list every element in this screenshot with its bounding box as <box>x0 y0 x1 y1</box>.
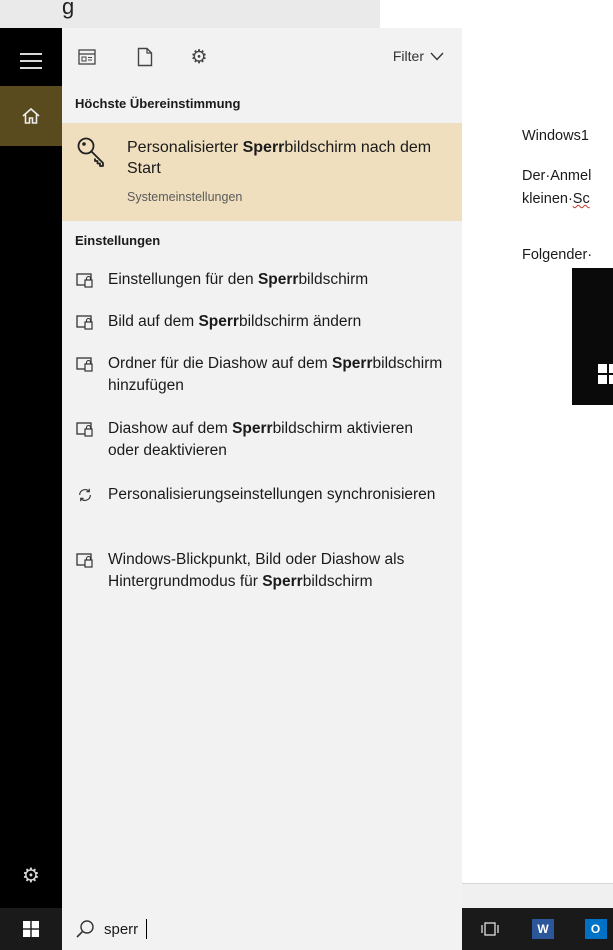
result-item-lockscreen-picture[interactable]: Bild auf dem Sperrbildschirm ändern <box>62 311 462 335</box>
home-icon <box>22 107 40 124</box>
doc-line-3-a: kleinen· <box>522 191 573 207</box>
task-view-button[interactable] <box>470 908 510 950</box>
lockscreen-icon <box>76 422 93 437</box>
filter-label: Filter <box>392 48 424 64</box>
document-ruler-strip: g <box>0 0 380 29</box>
search-panel: ⚙ Filter Höchste Übereinstimmung Persona… <box>62 28 462 908</box>
lockscreen-icon <box>76 357 93 372</box>
result-item-slideshow-folders[interactable]: Ordner für die Diashow auf dem Sperrbild… <box>62 353 462 397</box>
chevron-down-icon <box>430 52 444 60</box>
result-item-spotlight-background[interactable]: Windows-Blickpunkt, Bild oder Diashow al… <box>62 549 462 593</box>
doc-line-3-b: Sc <box>572 191 590 207</box>
settings-icon[interactable]: ⚙ <box>19 863 43 887</box>
menu-icon[interactable] <box>20 53 42 74</box>
doc-line-4: Folgender· <box>522 247 593 263</box>
result-label: Einstellungen für den Sperrbildschirm <box>108 271 369 288</box>
best-match-result[interactable]: Personalisierter Sperrbildschirm nach de… <box>62 123 462 221</box>
result-label: Personalisierungseinstellungen synchroni… <box>108 486 436 503</box>
text-caret <box>146 919 147 939</box>
search-input[interactable] <box>104 918 444 940</box>
doc-line-2: Der·Anmel <box>522 168 592 184</box>
result-label: Diashow auf dem Sperrbildschirm aktivier… <box>108 420 413 459</box>
start-rail: ⚙ <box>0 28 62 908</box>
best-match-subtitle: Systemeinstellungen <box>127 190 243 204</box>
best-match-heading: Höchste Übereinstimmung <box>75 96 241 111</box>
outlook-app-button[interactable]: O <box>578 908 613 950</box>
doc-line-3: kleinen·Sc <box>522 191 590 207</box>
outlook-icon: O <box>584 919 607 939</box>
word-icon: W <box>532 919 554 939</box>
doc-line-1: Windows1 <box>522 128 589 144</box>
lockscreen-icon <box>76 273 93 288</box>
word-app-button[interactable]: W <box>523 908 563 950</box>
task-view-icon <box>481 922 499 936</box>
document-status-bar <box>462 883 613 909</box>
lockscreen-icon <box>76 553 93 568</box>
taskbar-search-box[interactable] <box>62 908 462 950</box>
document-text-fragment: g <box>62 0 75 19</box>
key-icon <box>77 137 104 167</box>
apps-icon[interactable] <box>76 46 98 68</box>
windows-logo-icon <box>23 921 39 937</box>
documents-icon[interactable] <box>134 46 156 68</box>
result-label: Bild auf dem Sperrbildschirm ändern <box>108 313 362 330</box>
filter-toolbar: ⚙ Filter <box>62 28 462 88</box>
taskbar: W O <box>0 908 613 950</box>
filter-button[interactable]: Filter <box>393 48 444 64</box>
settings-heading: Einstellungen <box>75 233 161 248</box>
result-label: Ordner für die Diashow auf dem Sperrbild… <box>108 355 443 394</box>
sync-icon <box>79 488 91 502</box>
result-item-lockscreen-settings[interactable]: Einstellungen für den Sperrbildschirm <box>62 269 462 293</box>
settings-icon[interactable]: ⚙ <box>188 46 210 68</box>
result-item-slideshow-toggle[interactable]: Diashow auf dem Sperrbildschirm aktivier… <box>62 418 462 462</box>
lockscreen-icon <box>76 315 93 330</box>
best-match-title: Personalisierter Sperrbildschirm nach de… <box>127 139 432 177</box>
search-icon <box>76 920 94 938</box>
home-button[interactable] <box>0 86 62 146</box>
doc-lockscreen-image <box>572 268 613 405</box>
background-document: Windows1 Der·Anmel kleinen·Sc Folgender· <box>462 0 613 909</box>
result-label: Windows-Blickpunkt, Bild oder Diashow al… <box>108 551 405 590</box>
result-item-sync-personalization[interactable]: Personalisierungseinstellungen synchroni… <box>62 484 462 528</box>
windows-logo-icon <box>598 364 613 384</box>
start-button[interactable] <box>0 908 62 950</box>
